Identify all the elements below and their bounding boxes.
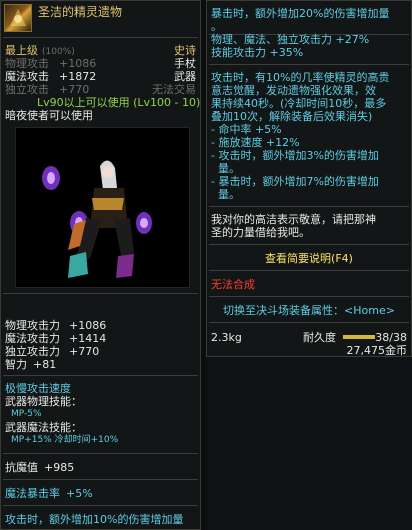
attack-speed: 极慢攻击速度 [5, 382, 71, 395]
relic-effect-line: 攻击时，有10%的几率使精灵的高贵 [211, 71, 390, 84]
stat-intelligence: 智力 +81 [5, 358, 57, 371]
divider [209, 244, 409, 245]
stat-phys-grey: 物理攻击 +1086 [5, 57, 97, 70]
level-requirement: Lv90以上可以使用 (Lv100 - 10) [37, 96, 201, 109]
durability-bar [343, 335, 375, 339]
divider [209, 322, 409, 323]
divider [209, 296, 409, 297]
divider [3, 453, 198, 454]
item-icon [4, 4, 32, 32]
class-requirement: 暗夜使者可以使用 [5, 109, 93, 122]
stat-magic-grey: 魔法攻击 +1872 [5, 70, 97, 83]
relic-effect-line: - 施放速度 +12% [211, 136, 300, 149]
relic-effect-line: - 命中率 +5% [211, 123, 282, 136]
divider [3, 505, 198, 506]
item-weight: 2.3kg [211, 331, 242, 344]
relic-effect-line: 量。 [211, 162, 240, 175]
crit-bonus-line: 暴击时，额外增加20%的伤害增加量 [211, 7, 390, 20]
divider [3, 479, 198, 480]
magic-resist: 抗魔值 +985 [5, 461, 75, 474]
relic-effect-line: 叠加10次，解除装备后效果消失) [211, 110, 373, 123]
divider [209, 206, 409, 207]
item-category: 武器 [174, 70, 196, 83]
crit-bonus-line-end: 。 [211, 20, 222, 33]
stat-indep-grey: 独立攻击 +770 [5, 83, 90, 96]
magic-crit: 魔法暴击率 +5% [5, 487, 93, 500]
crit-effect: 攻击时，额外增加10%的伤害增加量 [5, 513, 184, 526]
stat-magic-attack: 魔法攻击力 +1414 [5, 332, 107, 345]
trade-status: 无法交易 [152, 83, 196, 96]
attack-bonus: 物理、魔法、独立攻击力 +27% [211, 33, 370, 46]
flavor-text: 圣的力量借给我吧。 [211, 226, 310, 239]
skill-attack-bonus: 技能攻击力 +35% [211, 46, 304, 59]
mag-skill-value: MP+15% 冷却时间+10% [11, 435, 119, 445]
grade-label: 史诗 [174, 44, 196, 57]
item-tooltip-right: 暴击时，额外增加20%的伤害增加量 。 物理、魔法、独立攻击力 +27% 技能攻… [206, 0, 412, 357]
phys-skill-label: 武器物理技能： [5, 395, 82, 408]
flavor-text: 我对你的高洁表示敬意，请把那神 [211, 213, 376, 226]
divider [3, 37, 198, 38]
durability-bar-fill [343, 335, 375, 339]
relic-effect-line: 果持续40秒。(冷却时间10秒，最多 [211, 97, 387, 110]
durability-label: 耐久度 [303, 331, 336, 344]
relic-effect-line: - 攻击时，额外增加3%的伤害增加 [211, 149, 379, 162]
divider [209, 64, 409, 65]
relic-effect-line: 量。 [211, 188, 240, 201]
brief-description-link[interactable]: 查看简要说明(F4) [207, 252, 411, 265]
durability-value: 38/38 [375, 331, 407, 344]
divider [3, 293, 198, 294]
divider [3, 375, 198, 376]
item-tooltip-left: 圣洁的精灵遗物 最上级 (100%) 史诗 物理攻击 +1086 手杖 魔法攻击 +1… [0, 0, 201, 530]
no-combine-label: 无法合成 [211, 278, 255, 291]
divider [209, 270, 409, 271]
stat-phys-attack: 物理攻击力 +1086 [5, 319, 107, 332]
relic-effect-line: 意志觉醒，发动遗物强化效果，效 [211, 84, 376, 97]
stat-indep-attack: 独立攻击力 +770 [5, 345, 100, 358]
character-figure-icon [42, 160, 152, 278]
phys-skill-value: MP-5% [11, 409, 42, 419]
switch-pvp-stats-button[interactable]: 切换至决斗场装备属性：<Home> [207, 304, 411, 317]
mag-skill-label: 武器魔法技能： [5, 421, 82, 434]
item-name: 圣洁的精灵遗物 [38, 5, 123, 19]
relic-icon [10, 9, 26, 26]
weapon-type: 手杖 [174, 57, 196, 70]
relic-effect-line: - 暴击时，额外增加7%的伤害增加 [211, 175, 379, 188]
item-price: 27,475金币 [346, 344, 408, 357]
character-portrait [15, 127, 190, 288]
